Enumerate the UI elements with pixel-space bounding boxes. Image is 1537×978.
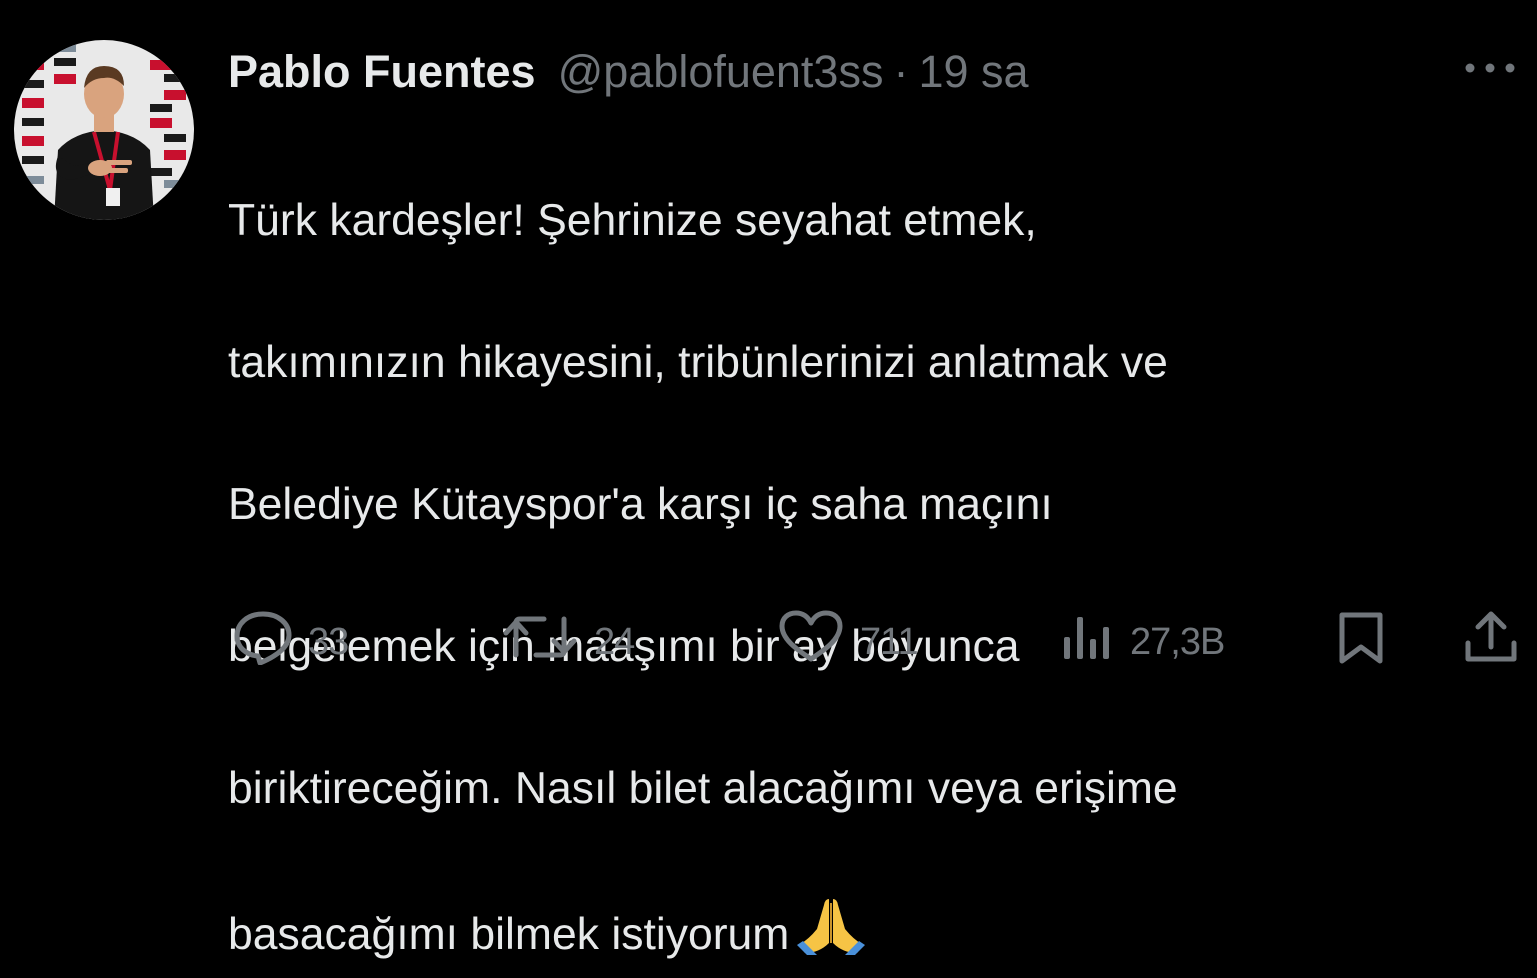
header-separator: · xyxy=(893,46,909,97)
tweet-text: Türk kardeşler! Şehrinize seyahat etmek,… xyxy=(228,114,1518,978)
like-count: 711 xyxy=(860,620,919,663)
retweet-icon xyxy=(500,609,580,675)
tweet-actions: 33 24 711 27,3B xyxy=(0,610,1537,674)
heart-icon xyxy=(776,609,846,675)
reply-count: 33 xyxy=(308,620,349,663)
reply-button[interactable]: 33 xyxy=(232,609,349,675)
tweet-text-line: takımınızın hikayesini, tribünlerinizi a… xyxy=(228,338,1168,387)
retweet-count: 24 xyxy=(594,620,635,663)
author-handle[interactable]: @pablofuent3ss xyxy=(558,46,884,98)
more-options-button[interactable] xyxy=(1458,56,1522,84)
tweet-text-line: biriktireceğim. Nasıl bilet alacağımı ve… xyxy=(228,764,1178,813)
bookmark-icon xyxy=(1332,609,1390,675)
tweet-text-line: Belediye Kütayspor'a karşı iç saha maçın… xyxy=(228,480,1053,529)
author-name[interactable]: Pablo Fuentes xyxy=(228,46,536,98)
analytics-icon xyxy=(1058,609,1116,675)
tweet-timestamp[interactable]: 19 sa xyxy=(918,46,1028,98)
bookmark-button[interactable] xyxy=(1332,610,1390,674)
like-button[interactable]: 711 xyxy=(776,609,919,675)
share-button[interactable] xyxy=(1460,610,1522,674)
reply-icon xyxy=(232,609,294,675)
tweet-text-line: Türk kardeşler! Şehrinize seyahat etmek, xyxy=(228,196,1037,245)
tweet[interactable]: Pablo Fuentes @pablofuent3ss · 19 sa Tür… xyxy=(0,0,1537,959)
views-button[interactable]: 27,3B xyxy=(1058,609,1225,675)
tweet-text-line: basacağımı bilmek istiyorum xyxy=(228,910,790,959)
share-icon xyxy=(1460,609,1522,675)
retweet-button[interactable]: 24 xyxy=(500,609,635,675)
avatar[interactable] xyxy=(14,40,194,220)
tweet-header: Pablo Fuentes @pablofuent3ss · 19 sa xyxy=(228,40,1029,104)
more-dots-icon xyxy=(1464,61,1516,79)
views-count: 27,3B xyxy=(1130,620,1225,663)
folded-hands-icon xyxy=(795,895,867,978)
